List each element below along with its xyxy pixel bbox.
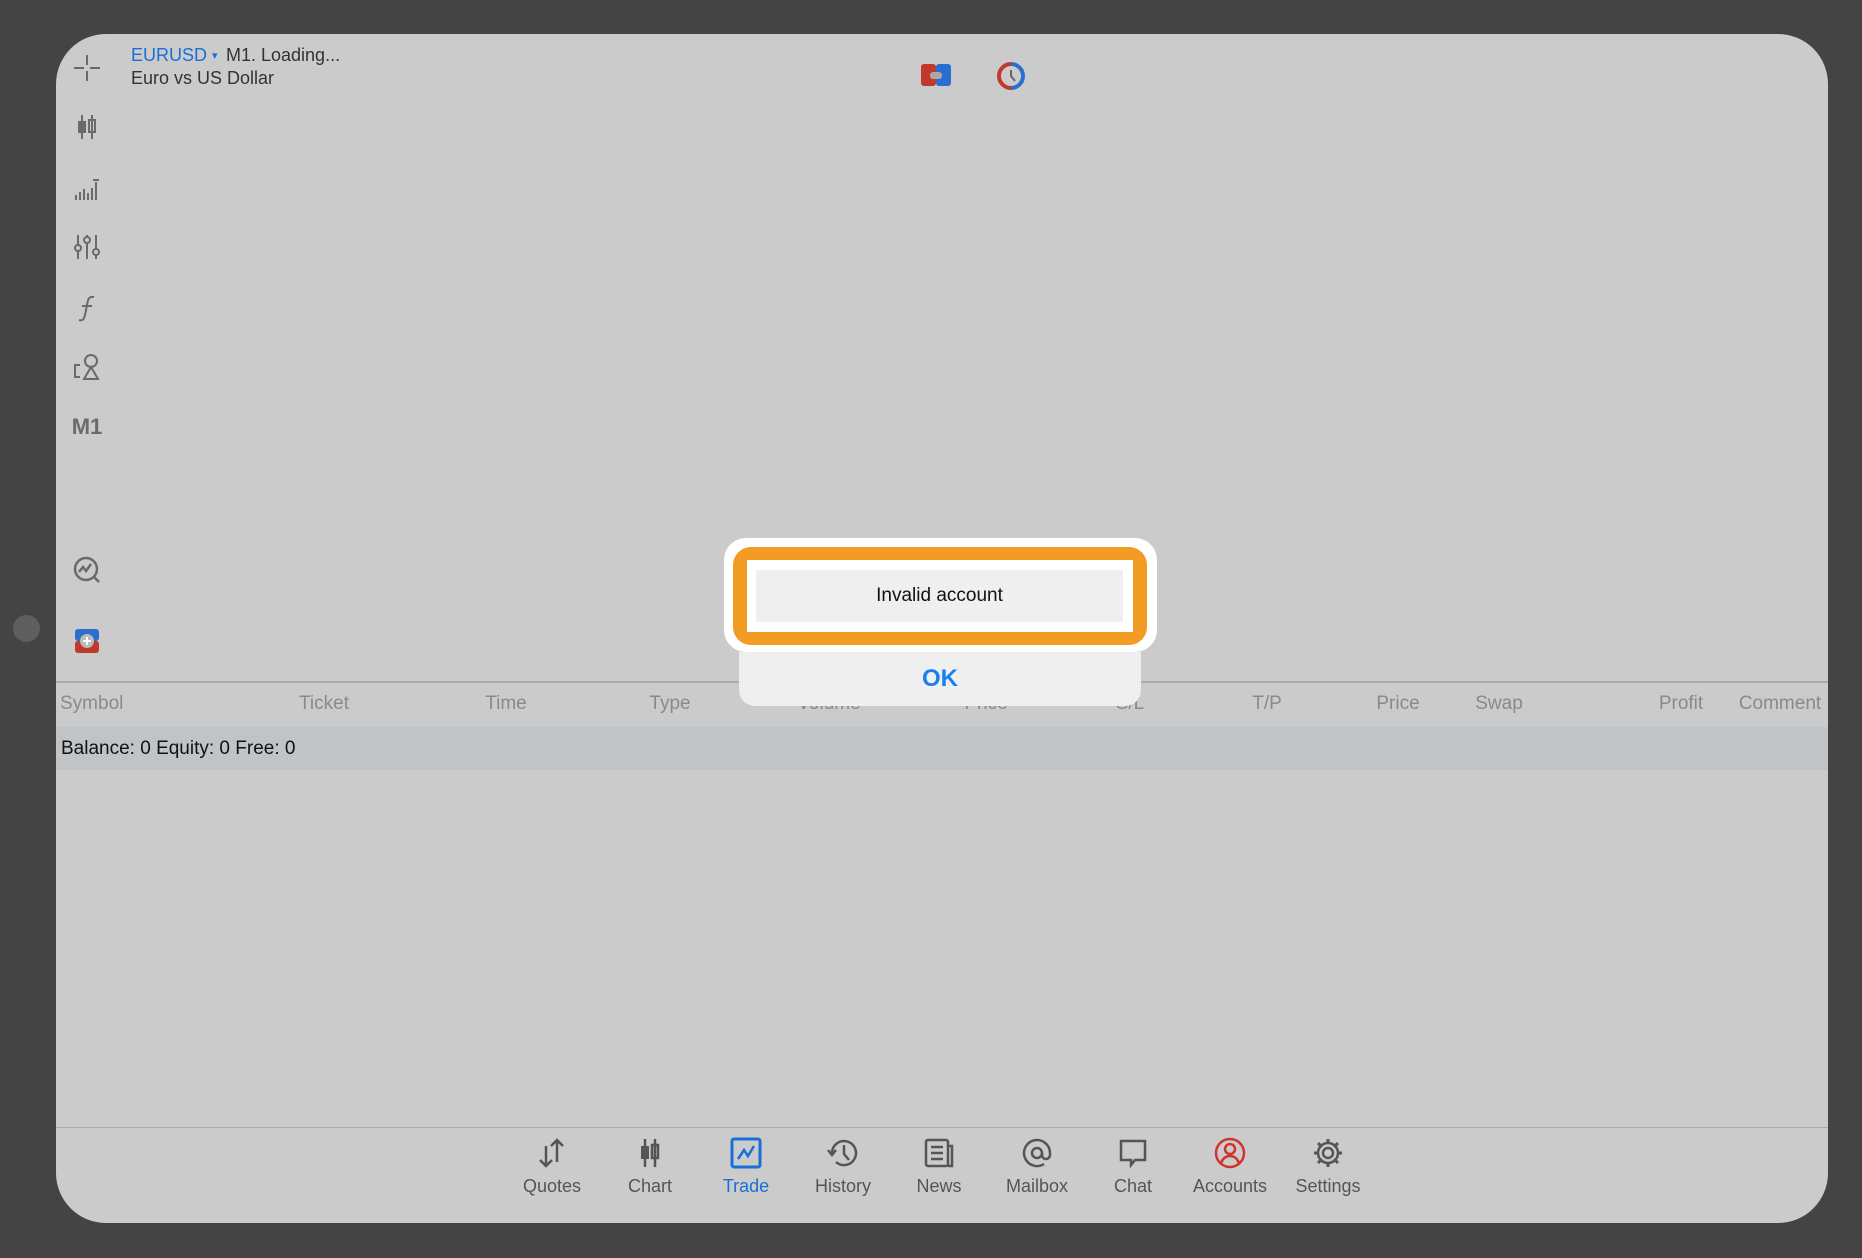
tab-label: Settings: [1295, 1176, 1361, 1196]
candlestick-icon[interactable]: [72, 112, 102, 142]
balance-row: Balance: 0 Equity: 0 Free: 0: [56, 727, 1828, 770]
column-current-price[interactable]: Price: [1376, 693, 1419, 715]
chart-search-icon[interactable]: [72, 555, 102, 585]
column-symbol[interactable]: Symbol: [60, 693, 123, 715]
crosshair-icon[interactable]: [72, 53, 102, 83]
tab-history[interactable]: History: [795, 1136, 891, 1216]
tab-label: Chat: [1113, 1176, 1153, 1196]
sliders-icon[interactable]: [72, 232, 102, 262]
tab-settings[interactable]: Settings: [1280, 1136, 1376, 1216]
tab-accounts[interactable]: Accounts: [1182, 1136, 1278, 1216]
ok-button[interactable]: OK: [739, 652, 1141, 706]
trade-clock-icon[interactable]: [996, 61, 1026, 91]
tab-label: History: [814, 1176, 871, 1196]
symbol-description: Euro vs US Dollar: [131, 68, 275, 88]
symbol-dropdown-icon[interactable]: ▾: [212, 49, 218, 62]
column-ticket[interactable]: Ticket: [299, 693, 349, 715]
tab-label: Trade: [722, 1176, 770, 1196]
tab-news[interactable]: News: [891, 1136, 987, 1216]
function-icon[interactable]: [72, 293, 102, 323]
column-tp[interactable]: T/P: [1252, 693, 1282, 715]
tab-chart[interactable]: Chart: [602, 1136, 698, 1216]
tab-label: News: [916, 1176, 962, 1196]
column-type[interactable]: Type: [649, 693, 690, 715]
device-button: [13, 615, 40, 642]
tab-label: Accounts: [1192, 1176, 1268, 1196]
chart-status: M1. Loading...: [226, 45, 341, 65]
timeframe-button[interactable]: M1: [72, 412, 103, 442]
tab-label: Chart: [627, 1176, 672, 1196]
tab-trade[interactable]: Trade: [698, 1136, 794, 1216]
tab-label: Mailbox: [1005, 1176, 1069, 1196]
dialog-message: Invalid account: [756, 570, 1123, 622]
tab-mailbox[interactable]: Mailbox: [989, 1136, 1085, 1216]
one-click-trading-icon[interactable]: [72, 626, 102, 656]
column-profit[interactable]: Profit: [1659, 693, 1703, 715]
tab-label: Quotes: [522, 1176, 582, 1196]
column-time[interactable]: Time: [485, 693, 527, 715]
tabbar-divider: [56, 1127, 1828, 1128]
volume-bars-icon[interactable]: [72, 174, 102, 204]
symbol-selector[interactable]: EURUSD: [131, 45, 207, 66]
tab-chat[interactable]: Chat: [1085, 1136, 1181, 1216]
one-click-trade-icon[interactable]: [921, 64, 951, 86]
column-swap[interactable]: Swap: [1475, 693, 1523, 715]
objects-icon[interactable]: [72, 352, 102, 382]
tab-quotes[interactable]: Quotes: [504, 1136, 600, 1216]
column-comment[interactable]: Comment: [1739, 693, 1821, 715]
balance-text: Balance: 0 Equity: 0 Free: 0: [61, 738, 296, 759]
